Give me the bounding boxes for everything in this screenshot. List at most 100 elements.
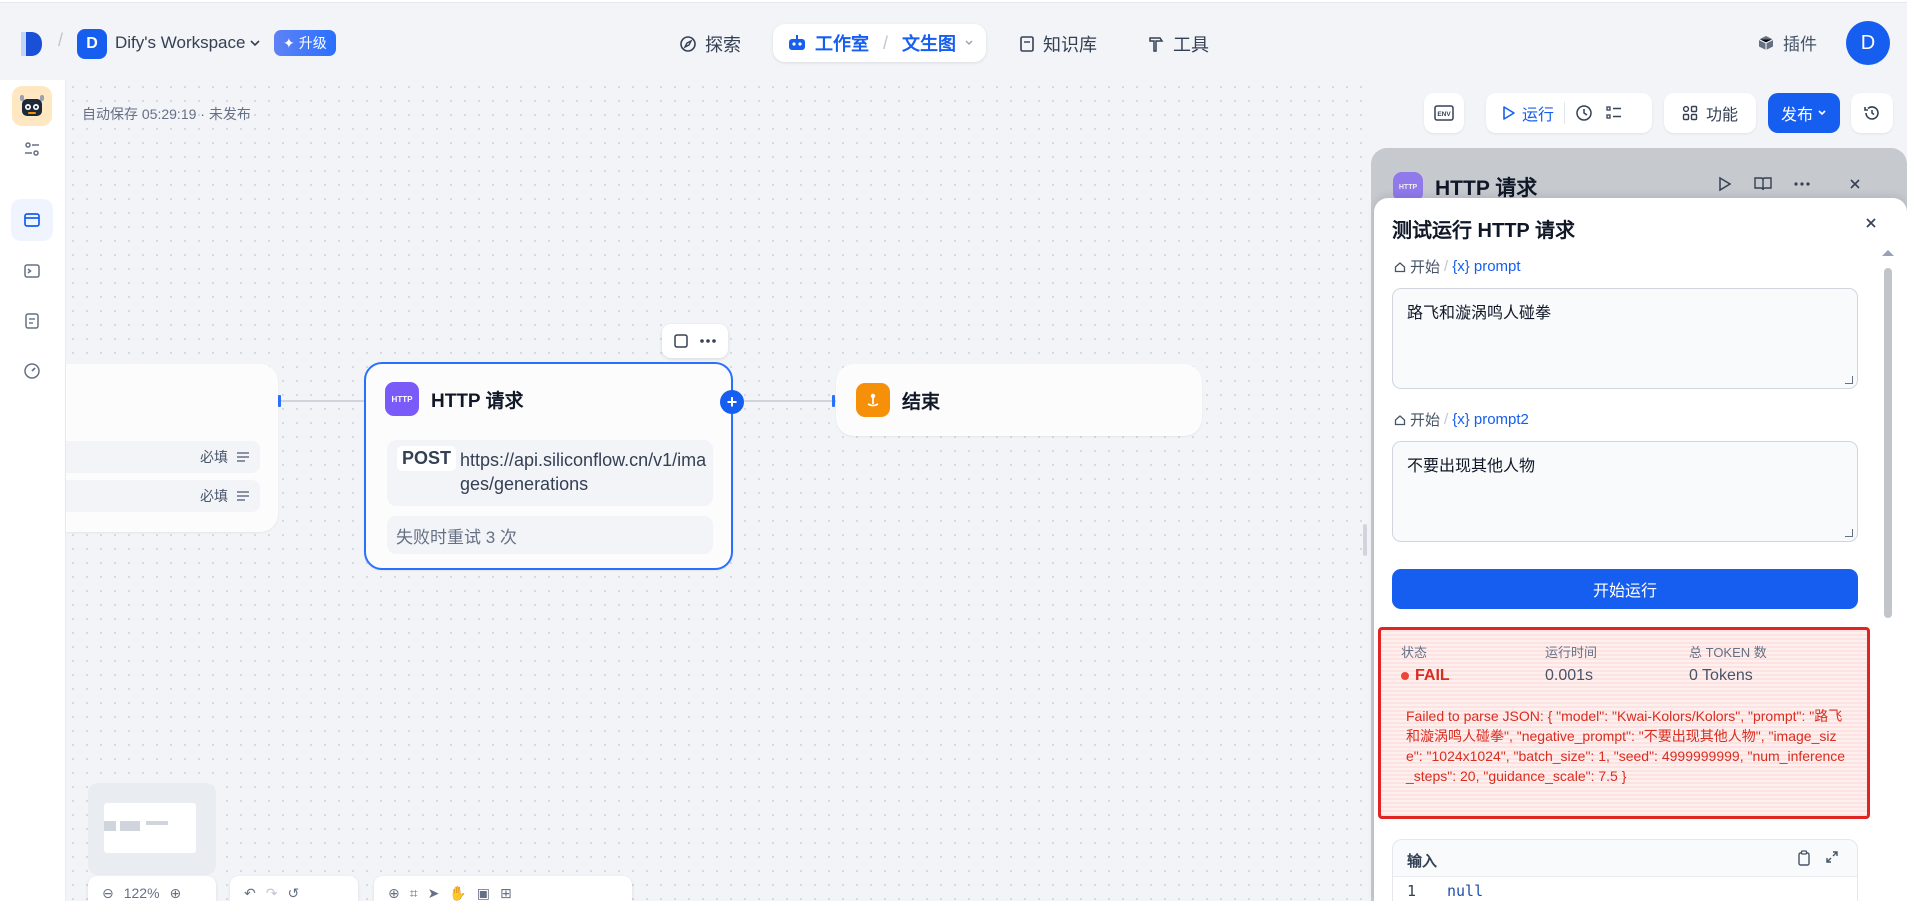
- checkbox-icon[interactable]: [673, 333, 689, 349]
- sidebar-monitoring[interactable]: [11, 350, 53, 392]
- nav-studio[interactable]: 工作室 / 文生图: [773, 24, 986, 62]
- sidebar-settings[interactable]: [11, 128, 53, 170]
- http-endpoint: POST https://api.siliconflow.cn/v1/image…: [387, 440, 713, 506]
- book-open-icon[interactable]: [1754, 176, 1772, 192]
- sidebar-orchestrate[interactable]: [11, 199, 53, 241]
- retry-info: 失败时重试 3 次: [387, 516, 713, 554]
- upgrade-button[interactable]: ✦ 升级: [274, 30, 336, 56]
- zoom-out-icon[interactable]: ⊖: [102, 885, 114, 901]
- test-run-title: 测试运行 HTTP 请求: [1392, 220, 1575, 242]
- history-icon[interactable]: ↺: [287, 885, 299, 901]
- checklist-icon[interactable]: [1605, 104, 1623, 122]
- version-history-button[interactable]: [1851, 93, 1893, 133]
- status-column: 状态 FAIL: [1401, 642, 1450, 685]
- features-label: 功能: [1705, 107, 1738, 124]
- chevron-down-icon: [965, 40, 973, 45]
- add-node-handle[interactable]: +: [720, 390, 744, 414]
- line-number: 1: [1407, 882, 1417, 900]
- close-icon[interactable]: [1864, 216, 1878, 230]
- nav-separator: /: [883, 32, 889, 53]
- start-node[interactable]: 必填 必填: [66, 364, 278, 532]
- dify-logo-icon[interactable]: [18, 30, 44, 58]
- redo-icon[interactable]: ↷: [266, 885, 278, 901]
- add-node-icon[interactable]: ⊕: [388, 885, 400, 901]
- panel-scrollbar[interactable]: [1884, 268, 1892, 618]
- resize-grip-icon[interactable]: [1845, 376, 1853, 384]
- required-label: 必填: [200, 488, 228, 504]
- run-history-icon[interactable]: [1575, 104, 1593, 122]
- end-node[interactable]: 结束: [836, 364, 1202, 436]
- end-input-handle[interactable]: [832, 395, 835, 407]
- nav-tools[interactable]: 工具: [1147, 30, 1209, 58]
- start-run-button[interactable]: 开始运行: [1392, 569, 1858, 609]
- prompt2-value: 不要出现其他人物: [1407, 458, 1536, 475]
- play-icon[interactable]: [1718, 176, 1732, 192]
- http-url: https://api.siliconflow.cn/v1/images/gen…: [460, 450, 707, 494]
- sidebar-api[interactable]: [11, 250, 53, 292]
- start-output-handle[interactable]: [278, 395, 281, 407]
- run-button[interactable]: 运行: [1502, 101, 1554, 125]
- home-icon: [1394, 414, 1406, 425]
- window-icon: [24, 213, 40, 227]
- hand-icon[interactable]: ✋: [449, 885, 466, 901]
- nav-tools-label: 工具: [1173, 35, 1209, 55]
- browser-edge: [0, 0, 1907, 3]
- features-button[interactable]: 功能: [1664, 93, 1756, 133]
- document-icon: [25, 313, 39, 329]
- book-icon: [1020, 36, 1034, 52]
- undo-icon[interactable]: ↶: [244, 885, 256, 901]
- prompt-input[interactable]: 路飞和漩涡鸣人碰拳: [1392, 288, 1858, 389]
- panel-resize-handle[interactable]: [1363, 524, 1367, 556]
- plugins-label: 插件: [1783, 35, 1817, 54]
- home-icon: [1394, 261, 1406, 272]
- zoom-level[interactable]: 122%: [124, 885, 160, 901]
- start-variable-row: 必填: [66, 480, 260, 512]
- workspace-avatar[interactable]: D: [77, 29, 107, 59]
- more-horizontal-icon[interactable]: [1794, 181, 1810, 187]
- minimap-node: [120, 821, 140, 831]
- clipboard-icon[interactable]: [1797, 850, 1811, 866]
- sidebar-logs[interactable]: [11, 300, 53, 342]
- pointer-icon[interactable]: ➤: [428, 885, 440, 901]
- zoom-in-icon[interactable]: ⊕: [170, 885, 182, 901]
- prompt-value: 路飞和漩涡鸣人碰拳: [1407, 305, 1552, 322]
- publish-button[interactable]: 发布: [1768, 93, 1840, 133]
- publish-label: 发布: [1780, 107, 1813, 124]
- variable-label-prompt2: 开始 / {x} prompt2: [1394, 409, 1529, 430]
- edge-start-http[interactable]: [280, 400, 364, 402]
- user-avatar[interactable]: D: [1846, 21, 1890, 65]
- organize-icon[interactable]: ⊞: [500, 885, 512, 901]
- prompt2-input[interactable]: 不要出现其他人物: [1392, 441, 1858, 542]
- test-run-panel: 测试运行 HTTP 请求 开始 / {x} prompt 路飞和漩涡鸣人碰拳 开…: [1374, 198, 1907, 901]
- export-image-icon[interactable]: ▣: [477, 885, 490, 901]
- end-node-header: 结束: [856, 383, 940, 417]
- time-value: 0.001s: [1545, 667, 1594, 684]
- current-app-name[interactable]: 文生图: [902, 30, 956, 56]
- variable-name: {x} prompt2: [1452, 411, 1529, 428]
- note-icon[interactable]: ⌗: [410, 885, 418, 901]
- nav-explore[interactable]: 探索: [679, 30, 741, 58]
- scroll-up-arrow-icon[interactable]: [1882, 250, 1894, 256]
- nav-knowledge[interactable]: 知识库: [1019, 30, 1097, 58]
- variable-source: 开始: [1410, 259, 1441, 276]
- node-toolbar: [662, 324, 728, 358]
- code-editor[interactable]: 1 null: [1393, 876, 1857, 901]
- edge-http-end[interactable]: [744, 400, 836, 402]
- error-message: Failed to parse JSON: { "model": "Kwai-K…: [1406, 708, 1846, 784]
- gauge-icon: [24, 363, 40, 379]
- minimap[interactable]: [88, 783, 216, 875]
- workspace-selector[interactable]: Dify's Workspace: [115, 33, 261, 53]
- plugins-button[interactable]: 插件: [1757, 30, 1817, 55]
- http-node-header: HTTP HTTP 请求: [385, 382, 524, 416]
- canvas-tools: ⊕ ⌗ ➤ ✋ ▣ ⊞: [374, 876, 632, 901]
- close-icon[interactable]: [1848, 177, 1862, 191]
- play-icon: [1503, 106, 1515, 120]
- expand-icon[interactable]: [1825, 850, 1839, 864]
- status-label: 状态: [1401, 645, 1428, 660]
- more-horizontal-icon[interactable]: [699, 338, 717, 344]
- env-button[interactable]: ENV: [1424, 93, 1464, 133]
- resize-grip-icon[interactable]: [1845, 529, 1853, 537]
- http-request-node[interactable]: HTTP HTTP 请求 POST https://api.siliconflo…: [364, 362, 733, 570]
- app-icon[interactable]: [12, 86, 52, 126]
- http-node-icon: HTTP: [385, 382, 419, 416]
